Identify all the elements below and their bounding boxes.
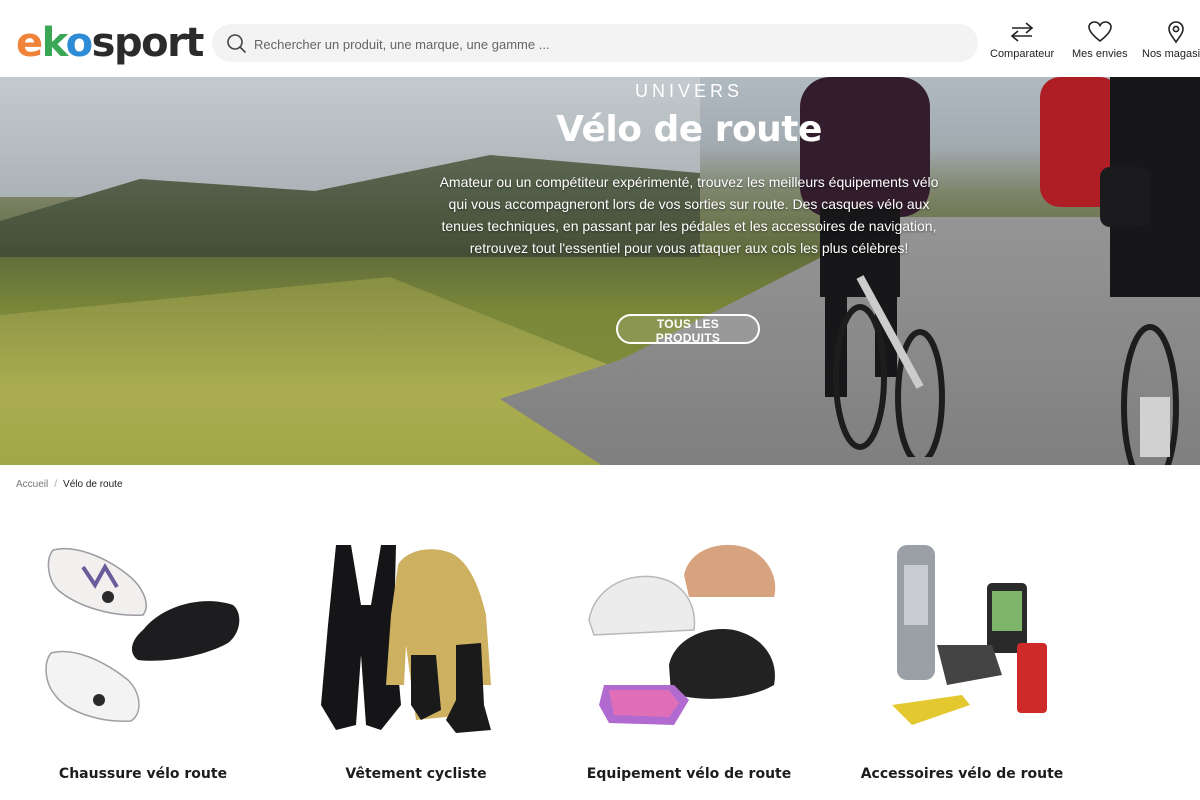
- breadcrumb-home-link[interactable]: Accueil: [16, 479, 48, 490]
- category-title[interactable]: Accessoires vélo de route: [837, 766, 1087, 782]
- breadcrumb: Accueil / Vélo de route: [16, 479, 123, 490]
- search-input[interactable]: [252, 24, 956, 64]
- breadcrumb-current: Vélo de route: [63, 479, 123, 490]
- category-card-clothing[interactable]: Vêtement cycliste: [291, 535, 541, 782]
- search-bar[interactable]: [212, 24, 978, 64]
- bike-accessories-image: [892, 545, 1047, 725]
- comparateur-label: Comparateur: [990, 48, 1055, 60]
- category-card-accessories[interactable]: Accessoires vélo de route: [837, 535, 1087, 782]
- category-title[interactable]: Equipement vélo de route: [564, 766, 814, 782]
- hero-banner: UNIVERS Vélo de route Amateur ou un comp…: [0, 77, 1200, 465]
- category-title[interactable]: Vêtement cycliste: [291, 766, 541, 782]
- compare-arrows-icon: [1010, 22, 1034, 42]
- breadcrumb-separator: /: [54, 479, 58, 490]
- mes-envies-button[interactable]: Mes envies: [1072, 20, 1128, 60]
- site-header: ekosport Comparateur Mes envies Nos maga…: [0, 0, 1200, 77]
- nos-magasins-label: Nos magasins: [1142, 48, 1200, 60]
- comparateur-button[interactable]: Comparateur: [990, 20, 1054, 60]
- hero-description: Amateur ou un compétiteur expérimenté, t…: [439, 174, 939, 256]
- ekosport-logo[interactable]: ekosport: [16, 19, 204, 67]
- road-shoes-image: [45, 548, 240, 722]
- helmets-glasses-image: [588, 544, 776, 725]
- category-card-equipment[interactable]: Equipement vélo de route: [564, 535, 814, 782]
- mes-envies-label: Mes envies: [1072, 48, 1128, 60]
- hero-title: Vélo de route: [556, 109, 822, 150]
- nos-magasins-button[interactable]: Nos magasins: [1142, 20, 1200, 60]
- cycling-clothing-image: [321, 545, 491, 733]
- all-products-button[interactable]: TOUS LES PRODUITS: [616, 314, 760, 345]
- heart-icon: [1088, 21, 1112, 43]
- location-pin-icon: [1168, 21, 1184, 44]
- search-icon[interactable]: [220, 27, 252, 59]
- hero-eyebrow: UNIVERS: [634, 81, 743, 101]
- category-title[interactable]: Chaussure vélo route: [18, 766, 268, 782]
- category-card-shoes[interactable]: Chaussure vélo route: [18, 535, 268, 782]
